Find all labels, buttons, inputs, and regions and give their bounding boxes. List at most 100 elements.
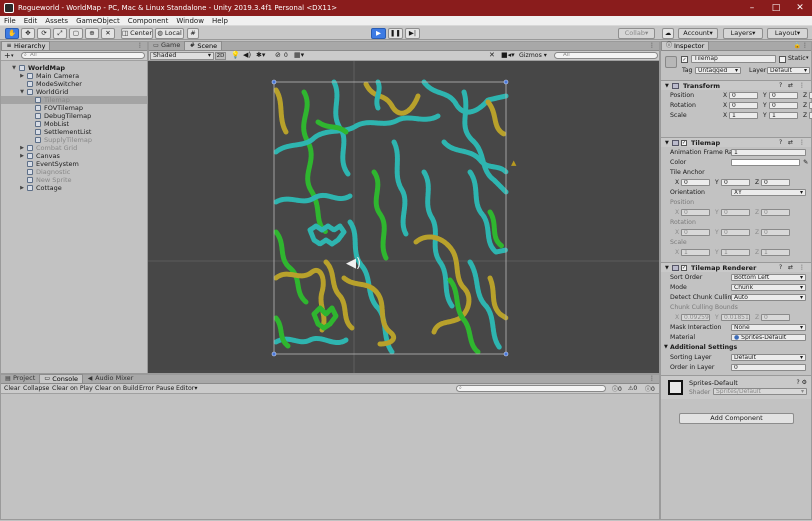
- vector-y-field[interactable]: 0: [769, 92, 798, 99]
- error-count-toggle[interactable]: ⓘ0: [645, 384, 655, 393]
- collapse-arrow-icon[interactable]: ▶: [19, 144, 25, 152]
- collab-dropdown[interactable]: Collab ▾: [618, 28, 655, 39]
- tab-audio-mixer[interactable]: ◀ Audio Mixer: [83, 374, 137, 383]
- vector-x-field[interactable]: 0.0925926: [681, 314, 710, 321]
- vector-x-field[interactable]: 0: [729, 102, 758, 109]
- 2d-toggle[interactable]: 2D: [215, 52, 226, 60]
- play-button[interactable]: ▶: [371, 28, 386, 39]
- expand-arrow-icon[interactable]: ▼: [19, 88, 25, 96]
- hierarchy-row[interactable]: ▼ WorldMap: [1, 64, 147, 72]
- collapse-arrow-icon[interactable]: ▶: [19, 72, 25, 80]
- hierarchy-row[interactable]: ▶ Combat Grid: [1, 144, 147, 152]
- panel-menu-icon[interactable]: ⋮: [649, 375, 655, 382]
- shading-mode-dropdown[interactable]: Shaded ▾: [150, 52, 214, 60]
- component-menu-icons[interactable]: ? ⚙: [797, 379, 807, 386]
- menu-edit[interactable]: Edit: [20, 16, 42, 26]
- material-field[interactable]: ● Sprites-Default: [731, 334, 806, 341]
- vector-y-field[interactable]: 0: [769, 102, 798, 109]
- clear-on-play-toggle[interactable]: Clear on Play: [52, 385, 93, 392]
- camera-icon[interactable]: ■◂▾: [501, 51, 515, 59]
- menu-component[interactable]: Component: [124, 16, 173, 26]
- lighting-icon[interactable]: 💡: [231, 51, 240, 59]
- component-menu-icons[interactable]: ? ⇄ ⋮: [779, 81, 807, 91]
- hierarchy-row[interactable]: ModeSwitcher: [1, 80, 147, 88]
- hierarchy-row[interactable]: Tilemap: [1, 96, 147, 104]
- tilemap-header[interactable]: ▼ ✓ Tilemap ? ⇄ ⋮: [661, 137, 811, 147]
- scene-search-input[interactable]: All: [554, 52, 658, 59]
- menu-window[interactable]: Window: [172, 16, 208, 26]
- vector-x-field[interactable]: 0: [681, 209, 710, 216]
- tab-hierarchy[interactable]: ≡ Hierarchy: [1, 41, 51, 50]
- expand-arrow-icon[interactable]: ▼: [664, 343, 668, 352]
- maximize-button[interactable]: □: [764, 0, 788, 16]
- vector-y-field[interactable]: 1: [769, 112, 798, 119]
- object-name-field[interactable]: Tilemap: [691, 55, 776, 63]
- grid-icon[interactable]: ▦▾: [294, 51, 304, 59]
- tag-dropdown[interactable]: Untagged ▾: [695, 67, 741, 74]
- static-checkbox[interactable]: [779, 56, 786, 63]
- hierarchy-row[interactable]: DebugTilemap: [1, 112, 147, 120]
- vector-x-field[interactable]: 1: [681, 249, 710, 256]
- create-button[interactable]: +: [4, 51, 11, 60]
- hierarchy-row[interactable]: ▼ WorldGrid: [1, 88, 147, 96]
- expand-arrow-icon[interactable]: ▼: [11, 64, 17, 72]
- color-swatch[interactable]: [731, 159, 800, 166]
- error-pause-toggle[interactable]: Error Pause: [139, 385, 174, 392]
- rect-tool-button[interactable]: ▢: [69, 28, 83, 39]
- hierarchy-row[interactable]: SupplyTilemap: [1, 136, 147, 144]
- move-tool-button[interactable]: ✥: [21, 28, 35, 39]
- vector-x-field[interactable]: 0: [681, 229, 710, 236]
- transform-tool-button[interactable]: ⊕: [85, 28, 99, 39]
- scene-viewport[interactable]: ▲ ◀): [148, 61, 659, 373]
- vector-x-field[interactable]: 0: [681, 179, 710, 186]
- hierarchy-search-input[interactable]: All: [21, 52, 145, 59]
- mask-interaction-dropdown[interactable]: None ▾: [731, 324, 806, 331]
- chevron-down-icon[interactable]: ▾: [806, 55, 809, 61]
- active-checkbox[interactable]: ✓: [681, 56, 688, 63]
- info-count-toggle[interactable]: ⓘ0: [612, 384, 622, 393]
- panel-menu-icon[interactable]: ⋮: [137, 42, 143, 49]
- hierarchy-row[interactable]: New Sprite: [1, 176, 147, 184]
- layer-dropdown[interactable]: Default ▾: [767, 67, 810, 74]
- scale-tool-button[interactable]: ⤢: [53, 28, 67, 39]
- shader-dropdown[interactable]: Sprites/Default ▾: [713, 388, 807, 395]
- sort-order-dropdown[interactable]: Bottom Left ▾: [731, 274, 806, 281]
- add-component-button[interactable]: Add Component: [679, 413, 794, 424]
- snap-button[interactable]: #: [187, 28, 199, 39]
- console-search-input[interactable]: [456, 385, 606, 392]
- eyedropper-icon[interactable]: ✎: [803, 158, 808, 167]
- tab-inspector[interactable]: ⓘ Inspector: [661, 41, 710, 50]
- vector-y-field[interactable]: 0: [721, 209, 750, 216]
- collapse-arrow-icon[interactable]: ▶: [19, 152, 25, 160]
- hierarchy-row[interactable]: ▶ Main Camera: [1, 72, 147, 80]
- hierarchy-row[interactable]: ▶ Canvas: [1, 152, 147, 160]
- vector-y-field[interactable]: 0.01851851: [721, 314, 750, 321]
- sorting-layer-dropdown[interactable]: Default ▾: [731, 354, 806, 361]
- vector-y-field[interactable]: 0: [721, 179, 750, 186]
- menu-help[interactable]: Help: [208, 16, 232, 26]
- vector-z-field[interactable]: 0: [761, 314, 790, 321]
- collapse-button[interactable]: Collapse: [23, 385, 49, 392]
- hierarchy-row[interactable]: FOVTilemap: [1, 104, 147, 112]
- gizmos-dropdown[interactable]: Gizmos ▾: [519, 52, 547, 60]
- vector-y-field[interactable]: 1: [721, 249, 750, 256]
- hierarchy-row[interactable]: Diagnostic: [1, 168, 147, 176]
- vector-z-field[interactable]: 0: [761, 209, 790, 216]
- tab-scene[interactable]: # Scene: [184, 41, 223, 50]
- vector-x-field[interactable]: 0: [729, 92, 758, 99]
- step-button[interactable]: ▶|: [405, 28, 420, 39]
- editor-dropdown[interactable]: Editor▾: [176, 385, 197, 392]
- renderer-enabled-checkbox[interactable]: ✓: [681, 265, 687, 271]
- vector-z-field[interactable]: 0: [761, 229, 790, 236]
- vector-x-field[interactable]: 1: [729, 112, 758, 119]
- hidden-objects-icon[interactable]: ⊘: [275, 51, 281, 59]
- mode-dropdown[interactable]: Chunk ▾: [731, 284, 806, 291]
- clear-button[interactable]: Clear: [4, 385, 20, 392]
- pause-button[interactable]: ❚❚: [388, 28, 403, 39]
- vector-y-field[interactable]: 0: [721, 229, 750, 236]
- space-toggle[interactable]: ◍ Local: [155, 28, 184, 39]
- audio-icon[interactable]: ◀): [243, 51, 251, 59]
- custom-tool-button[interactable]: ✕: [101, 28, 115, 39]
- component-menu-icons[interactable]: ? ⇄ ⋮: [779, 138, 807, 148]
- hierarchy-row[interactable]: EventSystem: [1, 160, 147, 168]
